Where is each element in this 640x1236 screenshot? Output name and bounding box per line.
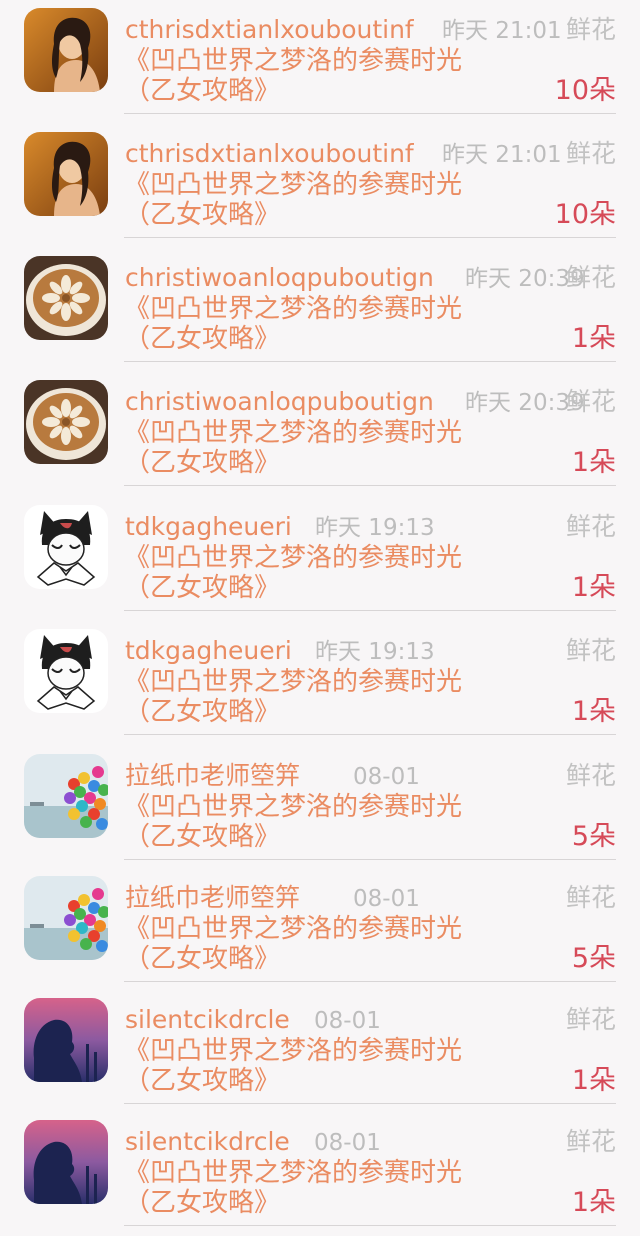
gift-time: 昨天 19:13 [315, 515, 435, 541]
gift-time: 08-01 [353, 764, 420, 790]
row-divider [124, 1225, 616, 1226]
gift-type-label: 鲜花 [565, 636, 616, 665]
book-title-line-1[interactable]: 《凹凸世界之梦洛的参赛时光 [124, 418, 462, 448]
gift-row[interactable]: christiwoanloqpuboutign 昨天 20:39 鲜花 《凹凸世… [0, 372, 640, 496]
flower-gift-list: cthrisdxtianlxouboutinf 昨天 21:01 鲜花 《凹凸世… [0, 0, 640, 1236]
book-title-line-2[interactable]: （乙女攻略》 [124, 1188, 280, 1218]
gift-time: 08-01 [314, 1008, 381, 1034]
gift-type-label: 鲜花 [565, 761, 616, 790]
user-avatar[interactable] [24, 380, 108, 464]
row-divider [124, 361, 616, 362]
gift-type-label: 鲜花 [565, 387, 616, 416]
balloons-avatar-image [24, 876, 108, 960]
book-title-line-1[interactable]: 《凹凸世界之梦洛的参赛时光 [124, 792, 462, 822]
book-title-line-2[interactable]: （乙女攻略》 [124, 822, 280, 852]
gift-count: 1朵 [571, 572, 616, 603]
gift-row[interactable]: silentcikdrcle 08-01 鲜花 《凹凸世界之梦洛的参赛时光 （乙… [0, 990, 640, 1114]
gift-type-label: 鲜花 [565, 139, 616, 168]
row-divider [124, 981, 616, 982]
gift-count: 1朵 [571, 696, 616, 727]
anime-cat-boy-avatar-image [24, 505, 108, 589]
book-title-line-1[interactable]: 《凹凸世界之梦洛的参赛时光 [124, 294, 462, 324]
user-name[interactable]: silentcikdrcle [125, 1126, 290, 1158]
row-divider [124, 859, 616, 860]
gift-count: 1朵 [571, 1065, 616, 1096]
gift-count: 10朵 [554, 199, 616, 230]
book-title-line-2[interactable]: （乙女攻略》 [124, 448, 280, 478]
book-title-line-2[interactable]: （乙女攻略》 [124, 1066, 280, 1096]
user-avatar[interactable] [24, 8, 108, 92]
book-title-line-1[interactable]: 《凹凸世界之梦洛的参赛时光 [124, 914, 462, 944]
user-avatar[interactable] [24, 876, 108, 960]
silhouette-sunset-avatar-image [24, 998, 108, 1082]
gift-time: 08-01 [353, 886, 420, 912]
gift-type-label: 鲜花 [565, 512, 616, 541]
gift-count: 1朵 [571, 447, 616, 478]
gift-count: 1朵 [571, 323, 616, 354]
gift-type-label: 鲜花 [565, 15, 616, 44]
gift-row[interactable]: cthrisdxtianlxouboutinf 昨天 21:01 鲜花 《凹凸世… [0, 124, 640, 248]
book-title-line-2[interactable]: （乙女攻略》 [124, 697, 280, 727]
book-title-line-1[interactable]: 《凹凸世界之梦洛的参赛时光 [124, 543, 462, 573]
user-avatar[interactable] [24, 256, 108, 340]
book-title-line-2[interactable]: （乙女攻略》 [124, 573, 280, 603]
gift-type-label: 鲜花 [565, 1005, 616, 1034]
user-name[interactable]: silentcikdrcle [125, 1004, 290, 1036]
user-avatar[interactable] [24, 132, 108, 216]
user-avatar[interactable] [24, 629, 108, 713]
user-avatar[interactable] [24, 1120, 108, 1204]
user-name[interactable]: christiwoanloqpuboutign [125, 386, 434, 418]
gift-time: 昨天 21:01 [442, 142, 562, 168]
book-title-line-1[interactable]: 《凹凸世界之梦洛的参赛时光 [124, 170, 462, 200]
gift-row[interactable]: tdkgagheueri 昨天 19:13 鲜花 《凹凸世界之梦洛的参赛时光 （… [0, 621, 640, 745]
book-title-line-2[interactable]: （乙女攻略》 [124, 200, 280, 230]
gift-row[interactable]: tdkgagheueri 昨天 19:13 鲜花 《凹凸世界之梦洛的参赛时光 （… [0, 497, 640, 621]
user-name[interactable]: 拉纸巾老师箜笄 [125, 882, 300, 914]
user-name[interactable]: tdkgagheueri [125, 635, 292, 667]
user-name[interactable]: tdkgagheueri [125, 511, 292, 543]
book-title-line-1[interactable]: 《凹凸世界之梦洛的参赛时光 [124, 1036, 462, 1066]
gift-count: 10朵 [554, 75, 616, 106]
gift-type-label: 鲜花 [565, 1127, 616, 1156]
book-title-line-1[interactable]: 《凹凸世界之梦洛的参赛时光 [124, 1158, 462, 1188]
gift-count: 5朵 [571, 943, 616, 974]
row-divider [124, 485, 616, 486]
book-title-line-1[interactable]: 《凹凸世界之梦洛的参赛时光 [124, 667, 462, 697]
gift-row[interactable]: silentcikdrcle 08-01 鲜花 《凹凸世界之梦洛的参赛时光 （乙… [0, 1112, 640, 1236]
book-title-line-2[interactable]: （乙女攻略》 [124, 76, 280, 106]
latte-art-avatar-image [24, 380, 108, 464]
gift-row[interactable]: 拉纸巾老师箜笄 08-01 鲜花 《凹凸世界之梦洛的参赛时光 （乙女攻略》 5朵 [0, 746, 640, 870]
silhouette-sunset-avatar-image [24, 1120, 108, 1204]
row-divider [124, 113, 616, 114]
portrait-woman-avatar-image [24, 8, 108, 92]
row-divider [124, 1103, 616, 1104]
row-divider [124, 734, 616, 735]
gift-row[interactable]: christiwoanloqpuboutign 昨天 20:39 鲜花 《凹凸世… [0, 248, 640, 372]
gift-count: 5朵 [571, 821, 616, 852]
gift-time: 08-01 [314, 1130, 381, 1156]
user-avatar[interactable] [24, 998, 108, 1082]
gift-type-label: 鲜花 [565, 883, 616, 912]
gift-row[interactable]: cthrisdxtianlxouboutinf 昨天 21:01 鲜花 《凹凸世… [0, 0, 640, 124]
gift-count: 1朵 [571, 1187, 616, 1218]
book-title-line-2[interactable]: （乙女攻略》 [124, 944, 280, 974]
gift-time: 昨天 21:01 [442, 18, 562, 44]
anime-cat-boy-avatar-image [24, 629, 108, 713]
user-avatar[interactable] [24, 505, 108, 589]
portrait-woman-avatar-image [24, 132, 108, 216]
row-divider [124, 610, 616, 611]
user-avatar[interactable] [24, 754, 108, 838]
book-title-line-2[interactable]: （乙女攻略》 [124, 324, 280, 354]
book-title-line-1[interactable]: 《凹凸世界之梦洛的参赛时光 [124, 46, 462, 76]
balloons-avatar-image [24, 754, 108, 838]
user-name[interactable]: cthrisdxtianlxouboutinf [125, 138, 414, 170]
user-name[interactable]: cthrisdxtianlxouboutinf [125, 14, 414, 46]
user-name[interactable]: 拉纸巾老师箜笄 [125, 760, 300, 792]
gift-type-label: 鲜花 [565, 263, 616, 292]
gift-time: 昨天 19:13 [315, 639, 435, 665]
latte-art-avatar-image [24, 256, 108, 340]
gift-row[interactable]: 拉纸巾老师箜笄 08-01 鲜花 《凹凸世界之梦洛的参赛时光 （乙女攻略》 5朵 [0, 868, 640, 992]
user-name[interactable]: christiwoanloqpuboutign [125, 262, 434, 294]
row-divider [124, 237, 616, 238]
